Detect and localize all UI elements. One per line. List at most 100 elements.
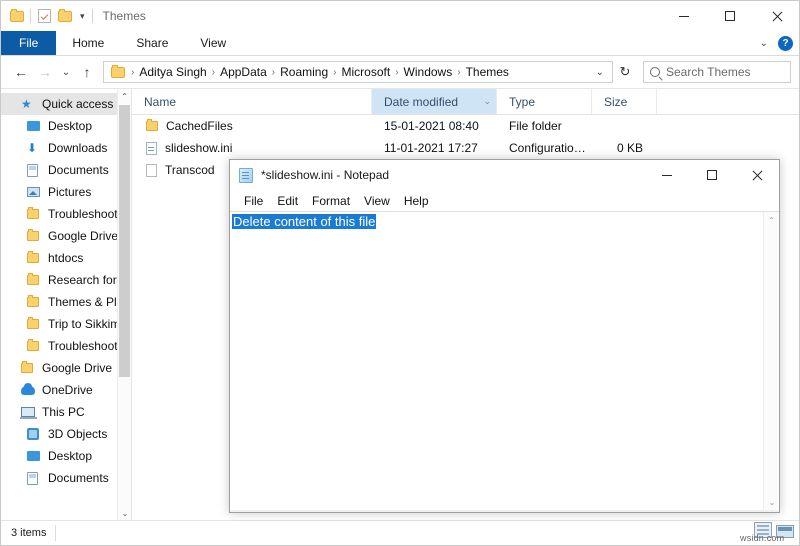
sidebar-item-label: Google Drive (42, 361, 112, 375)
column-header-size[interactable]: Size (592, 89, 657, 114)
sidebar-item-desktop[interactable]: Desktop⚲ (1, 115, 131, 137)
customize-caret-icon[interactable]: ▾ (78, 12, 87, 21)
maximize-button[interactable] (707, 1, 753, 31)
menu-edit[interactable]: Edit (270, 194, 305, 208)
folder-icon (27, 209, 41, 219)
notepad-minimize-button[interactable] (644, 160, 689, 190)
documents-icon (27, 164, 41, 177)
recent-locations-button[interactable]: ⌄ (57, 60, 75, 84)
search-box[interactable]: Search Themes (643, 61, 791, 83)
folder-icon (146, 121, 158, 131)
tab-view[interactable]: View (184, 31, 242, 55)
notepad-text-area[interactable]: Delete content of this file ⌃ ⌄ (230, 212, 779, 510)
file-name: Transcod (165, 163, 215, 177)
star-icon: ★ (21, 97, 35, 111)
nav-scroll-thumb[interactable] (119, 105, 130, 377)
table-row[interactable]: slideshow.ini11-01-2021 17:27Configurati… (132, 137, 799, 159)
status-bar: 3 items (1, 520, 799, 545)
sidebar-item-label: Pictures (48, 185, 91, 199)
menu-view[interactable]: View (357, 194, 397, 208)
refresh-button[interactable]: ↻ (613, 61, 637, 83)
sidebar-item-label: Quick access (42, 97, 113, 111)
sidebar-item-downloads[interactable]: ⬇Downloads⚲ (1, 137, 131, 159)
sidebar-item-pictures[interactable]: Pictures⚲ (1, 181, 131, 203)
table-row[interactable]: CachedFiles15-01-2021 08:40File folder (132, 115, 799, 137)
notepad-window-controls (644, 160, 779, 190)
folder-properties-icon[interactable] (9, 8, 25, 24)
sidebar-item-label: Google Drive (48, 229, 118, 243)
sidebar-item-quick-access[interactable]: ★ Quick access (1, 93, 131, 115)
close-button[interactable] (753, 1, 799, 31)
breadcrumb-item-1[interactable]: AppData (216, 65, 271, 79)
cell-size: 0 KB (592, 141, 657, 155)
notepad-menu-bar: File Edit Format View Help (230, 190, 779, 212)
cell-name: slideshow.ini (132, 141, 372, 155)
breadcrumb-item-3[interactable]: Microsoft (338, 65, 395, 79)
help-icon[interactable]: ? (778, 36, 793, 51)
folder-icon (27, 253, 41, 263)
sidebar-item-trip-to-sikkim[interactable]: Trip to Sikkim (1, 313, 131, 335)
menu-help[interactable]: Help (397, 194, 436, 208)
search-icon (650, 67, 660, 77)
sidebar-item-google-drive[interactable]: Google Drive (1, 357, 131, 379)
tab-file[interactable]: File (1, 31, 56, 55)
minimize-button[interactable] (661, 1, 707, 31)
back-button[interactable]: ← (9, 60, 33, 84)
sidebar-item-troubleshoot[interactable]: Troubleshoot⚲ (1, 203, 131, 225)
sidebar-item-documents[interactable]: Documents (1, 467, 131, 489)
menu-format[interactable]: Format (305, 194, 357, 208)
nav-scroll-down-icon[interactable]: ⌄ (118, 506, 131, 520)
notepad-selected-text[interactable]: Delete content of this file (232, 214, 376, 229)
properties-icon[interactable] (36, 8, 52, 24)
sidebar-item-research-for-trou[interactable]: Research for Trou (1, 269, 131, 291)
tab-home[interactable]: Home (56, 31, 120, 55)
sidebar-item-this-pc[interactable]: This PC (1, 401, 131, 423)
column-header-type[interactable]: Type (497, 89, 592, 114)
column-header-name[interactable]: ⌃ Name (132, 89, 372, 114)
navigation-scrollbar[interactable]: ⌃ ⌄ (117, 89, 131, 520)
breadcrumb-item-4[interactable]: Windows (400, 65, 457, 79)
desktop-icon (27, 121, 41, 131)
sidebar-item-troubleshooter[interactable]: Troubleshooter (1, 335, 131, 357)
sidebar-item-desktop[interactable]: Desktop (1, 445, 131, 467)
forward-button[interactable]: → (33, 60, 57, 84)
notepad-maximize-button[interactable] (689, 160, 734, 190)
sidebar-item-htdocs[interactable]: htdocs⚲ (1, 247, 131, 269)
expand-ribbon-caret-icon[interactable]: ⌄ (760, 38, 768, 49)
new-folder-icon[interactable] (57, 8, 73, 24)
ribbon-tab-bar: File Home Share View ⌄ ? (1, 31, 799, 56)
sidebar-item-google-drive[interactable]: Google Drive⚲ (1, 225, 131, 247)
sidebar-item-label: OneDrive (42, 383, 93, 397)
notepad-title: *slideshow.ini - Notepad (261, 168, 389, 182)
notepad-scroll-down-icon[interactable]: ⌄ (764, 494, 780, 510)
breadcrumb-item-0[interactable]: Aditya Singh (135, 65, 210, 79)
up-button[interactable]: ↑ (75, 60, 99, 84)
column-filter-caret-icon[interactable]: ⌄ (483, 96, 491, 107)
cell-date-modified: 11-01-2021 17:27 (372, 141, 497, 155)
notepad-scroll-up-icon[interactable]: ⌃ (764, 212, 779, 228)
navigation-list: ★Quick accessDesktop⚲⬇Downloads⚲Document… (1, 89, 131, 489)
sidebar-item-label: Documents (48, 163, 109, 177)
sidebar-item-label: Desktop (48, 119, 92, 133)
address-input[interactable]: › Aditya Singh › AppData › Roaming › Mic… (103, 61, 613, 83)
breadcrumb-item-2[interactable]: Roaming (276, 65, 332, 79)
desktop-icon (27, 451, 41, 461)
menu-file[interactable]: File (237, 194, 270, 208)
notepad-editor[interactable]: Delete content of this file (230, 212, 763, 510)
nav-scroll-up-icon[interactable]: ⌃ (118, 89, 131, 103)
notepad-status-strip (230, 510, 779, 512)
sidebar-item-3d-objects[interactable]: 3D Objects (1, 423, 131, 445)
notepad-vertical-scrollbar[interactable]: ⌃ ⌄ (763, 212, 779, 510)
breadcrumb-item-5[interactable]: Themes (462, 65, 513, 79)
sidebar-item-themes-plugin[interactable]: Themes & Plugin (1, 291, 131, 313)
tab-share[interactable]: Share (120, 31, 184, 55)
sidebar-item-onedrive[interactable]: OneDrive (1, 379, 131, 401)
notepad-close-button[interactable] (734, 160, 779, 190)
sidebar-item-documents[interactable]: Documents⚲ (1, 159, 131, 181)
search-input[interactable]: Search Themes (666, 65, 751, 79)
pictures-icon (27, 187, 41, 197)
address-dropdown-caret-icon[interactable]: ⌄ (590, 67, 610, 78)
navigation-pane: ★Quick accessDesktop⚲⬇Downloads⚲Document… (1, 89, 131, 520)
sidebar-item-label: Trip to Sikkim (48, 317, 120, 331)
column-header-date-modified[interactable]: Date modified ⌄ (372, 89, 497, 114)
